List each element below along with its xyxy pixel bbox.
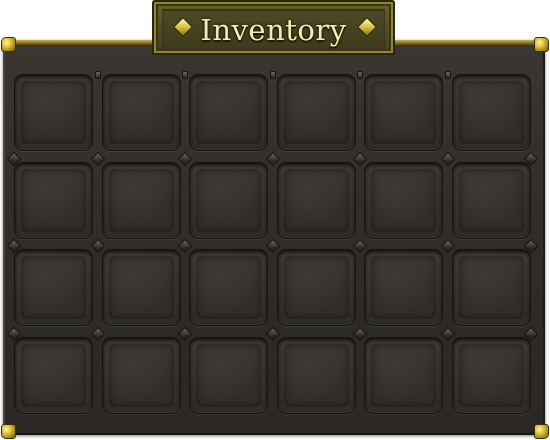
- grid-stud-icon: [354, 240, 366, 252]
- grid-stud-icon: [525, 327, 537, 340]
- inventory-slot[interactable]: [364, 74, 443, 151]
- inventory-slot[interactable]: [276, 249, 356, 326]
- inventory-slot[interactable]: [451, 74, 531, 151]
- inventory-slot[interactable]: [14, 249, 93, 326]
- inventory-slot[interactable]: [276, 336, 356, 414]
- grid-stud-icon: [270, 72, 275, 78]
- inventory-slot[interactable]: [276, 74, 356, 151]
- inventory-slot[interactable]: [451, 249, 531, 326]
- inventory-slot[interactable]: [189, 249, 268, 326]
- grid-stud-icon: [183, 72, 187, 78]
- grid-stud-icon: [525, 152, 537, 165]
- inventory-slot[interactable]: [189, 336, 268, 414]
- grid-stud-icon: [441, 327, 454, 340]
- inventory-slot[interactable]: [189, 161, 268, 239]
- inventory-slot[interactable]: [451, 336, 531, 414]
- corner-stud-icon: [2, 38, 15, 51]
- corner-stud-icon: [535, 38, 548, 51]
- inventory-slot[interactable]: [364, 161, 443, 239]
- grid-stud-icon: [179, 327, 191, 340]
- inventory-slot[interactable]: [364, 336, 443, 414]
- grid-stud-icon: [266, 327, 279, 340]
- inventory-slot[interactable]: [14, 161, 93, 239]
- grid-stud-icon: [179, 152, 191, 165]
- grid-stud-icon: [358, 72, 362, 78]
- inventory-slot[interactable]: [364, 249, 443, 326]
- grid-stud-icon: [354, 327, 366, 340]
- inventory-slot[interactable]: [189, 74, 268, 151]
- grid-stud-icon: [441, 152, 454, 165]
- inventory-slot[interactable]: [101, 74, 181, 151]
- inventory-slot[interactable]: [14, 336, 93, 414]
- inventory-slot[interactable]: [14, 74, 93, 151]
- grid-stud-icon: [441, 240, 454, 252]
- grid-stud-icon: [266, 152, 279, 165]
- grid-stud-icon: [91, 327, 104, 340]
- inventory-slot[interactable]: [451, 161, 531, 239]
- grid-stud-icon: [91, 240, 104, 252]
- grid-stud-icon: [91, 152, 104, 165]
- grid-stud-icon: [354, 152, 366, 165]
- grid-stud-icon: [95, 72, 100, 78]
- inventory-slot[interactable]: [101, 161, 181, 239]
- grid-stud-icon: [266, 240, 279, 252]
- inventory-grid: [8, 72, 539, 430]
- grid-stud-icon: [179, 240, 191, 252]
- inventory-slot[interactable]: [101, 336, 181, 414]
- inventory-slot[interactable]: [101, 249, 181, 326]
- inventory-slot[interactable]: [276, 161, 356, 239]
- grid-stud-icon: [445, 72, 450, 78]
